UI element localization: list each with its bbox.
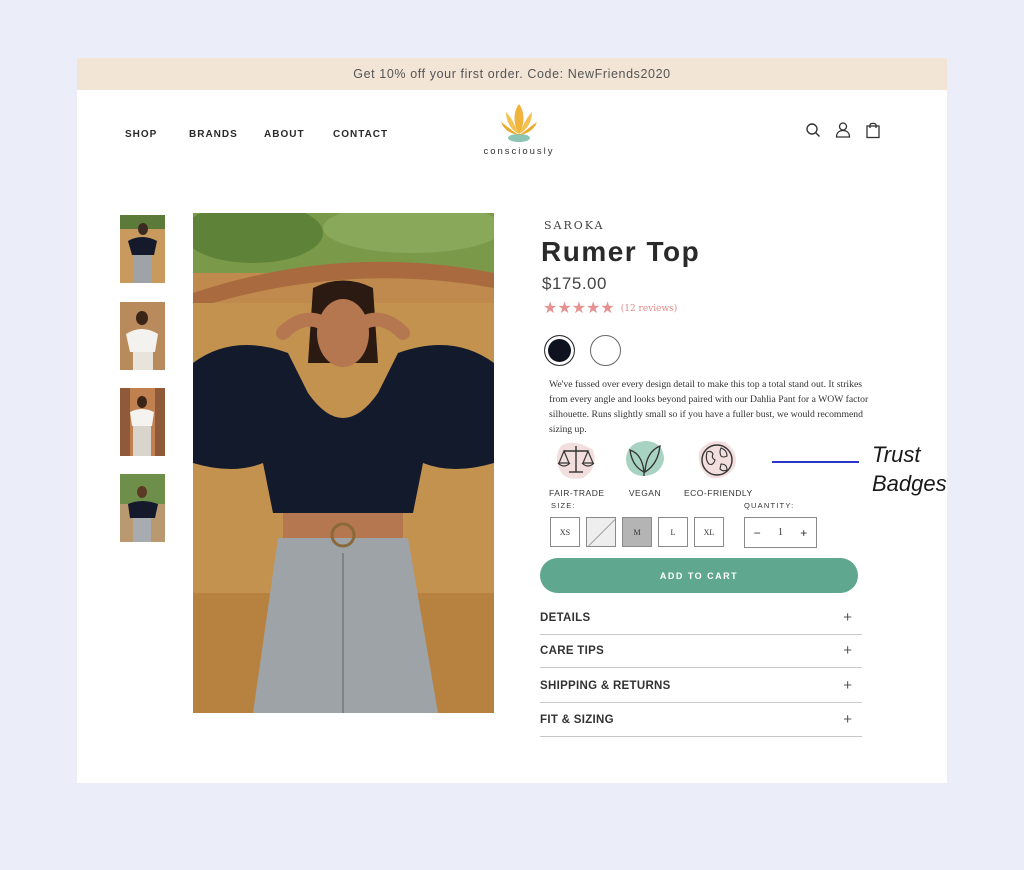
star-icon: ★ — [543, 300, 558, 317]
quantity-increase-button[interactable]: + — [800, 526, 807, 540]
product-thumbnail-2[interactable] — [120, 302, 165, 370]
star-icon: ★ — [557, 300, 572, 317]
search-icon[interactable] — [805, 121, 821, 139]
product-price: $175.00 — [542, 274, 607, 293]
size-option-s-unavailable — [586, 517, 616, 547]
badge-fair-trade: FAIR-TRADE — [549, 436, 605, 498]
product-rating: ★ ★ ★ ★ ★ (12 reviews) — [543, 301, 677, 317]
product-main-image[interactable] — [193, 213, 494, 713]
logo-wordmark: consciously — [483, 146, 555, 157]
bag-icon[interactable] — [865, 121, 881, 139]
accordion-title: DETAILS — [540, 611, 591, 624]
badge-label: FAIR-TRADE — [549, 488, 605, 498]
product-thumbnail-3[interactable] — [120, 388, 165, 456]
size-option-l[interactable]: L — [658, 517, 688, 547]
annotation-line-1: Trust — [872, 442, 921, 467]
badge-label: VEGAN — [628, 488, 662, 498]
quantity-label: QUANTITY: — [744, 501, 795, 510]
header-icons — [805, 121, 881, 139]
badge-eco-friendly: ECO-FRIENDLY — [684, 436, 753, 498]
annotation-pointer-line — [772, 461, 859, 463]
add-to-cart-button[interactable]: ADD TO CART — [540, 558, 858, 593]
accordion-title: CARE TIPS — [540, 644, 605, 657]
nav-shop[interactable]: SHOP — [125, 129, 157, 140]
accordion-shipping-returns[interactable]: SHIPPING & RETURNS + — [540, 669, 862, 703]
review-count-link[interactable]: (12 reviews) — [621, 304, 678, 314]
nav-brands[interactable]: BRANDS — [189, 129, 238, 140]
star-icon: ★ — [600, 300, 615, 317]
promo-banner: Get 10% off your first order. Code: NewF… — [77, 58, 947, 90]
accordion-care-tips[interactable]: CARE TIPS + — [540, 634, 862, 668]
plus-icon[interactable]: + — [843, 609, 852, 626]
star-icon: ★ — [571, 300, 587, 317]
product-description: We've fussed over every design detail to… — [549, 379, 869, 435]
accordion-details[interactable]: DETAILS + — [540, 601, 862, 635]
star-icon: ★ — [586, 300, 601, 317]
accordion-title: FIT & SIZING — [540, 713, 614, 726]
lotus-logo-icon — [501, 104, 537, 142]
product-page: Get 10% off your first order. Code: NewF… — [77, 58, 947, 783]
product-thumbnail-1[interactable] — [120, 215, 165, 283]
size-label: SIZE: — [551, 501, 576, 510]
color-swatch-white[interactable] — [590, 335, 621, 366]
accordion-fit-sizing[interactable]: FIT & SIZING + — [540, 703, 862, 737]
quantity-decrease-button[interactable]: − — [754, 526, 761, 540]
plus-icon[interactable]: + — [843, 711, 852, 728]
globe-icon — [693, 436, 739, 482]
quantity-stepper: − 1 + — [744, 517, 817, 548]
plus-icon[interactable]: + — [843, 642, 852, 659]
logo[interactable]: consciously — [477, 100, 561, 157]
size-selector: XS M L XL — [550, 517, 724, 547]
color-swatch-black[interactable] — [544, 335, 575, 366]
product-brand[interactable]: SAROKA — [544, 219, 605, 232]
accordion-title: SHIPPING & RETURNS — [540, 679, 671, 692]
annotation-line-2: Badges — [872, 471, 947, 496]
size-option-m-selected[interactable]: M — [622, 517, 652, 547]
account-icon[interactable] — [835, 121, 851, 139]
size-option-xs[interactable]: XS — [550, 517, 580, 547]
badge-vegan: VEGAN — [617, 436, 673, 498]
product-thumbnail-4[interactable] — [120, 474, 165, 542]
leaf-icon — [622, 436, 668, 482]
scale-icon — [553, 436, 599, 482]
nav-about[interactable]: ABOUT — [264, 129, 305, 140]
size-option-xl[interactable]: XL — [694, 517, 724, 547]
product-title: Rumer Top — [541, 236, 701, 267]
badge-label: ECO-FRIENDLY — [684, 488, 753, 498]
plus-icon[interactable]: + — [843, 677, 852, 694]
annotation-trust-badges: Trust Badges — [872, 440, 947, 498]
promo-text: Get 10% off your first order. Code: NewF… — [353, 67, 671, 81]
nav-contact[interactable]: CONTACT — [333, 129, 388, 140]
quantity-value[interactable]: 1 — [778, 527, 783, 538]
